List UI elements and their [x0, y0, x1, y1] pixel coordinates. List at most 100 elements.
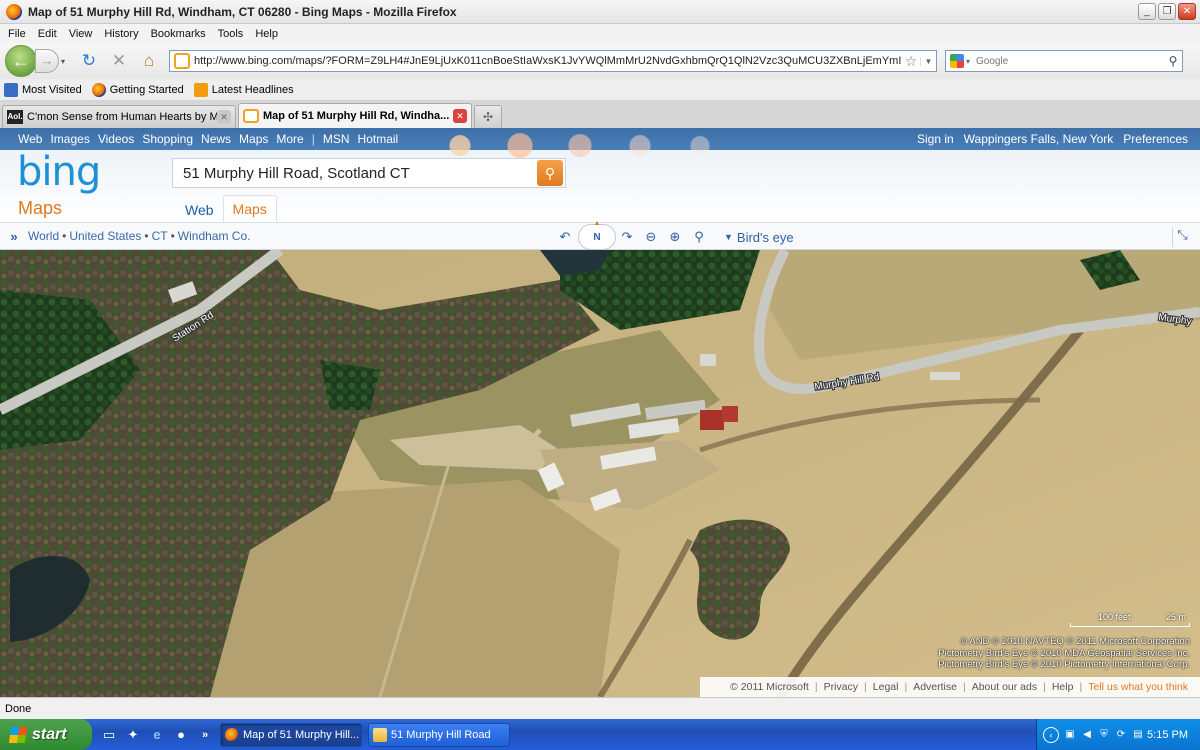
view-mode-dropdown[interactable]: ▼ Bird's eye	[724, 230, 794, 245]
breadcrumb: World • United States • CT • Windham Co.	[28, 229, 253, 243]
search-icon: ⚲	[544, 165, 556, 181]
menu-file[interactable]: File	[4, 28, 34, 40]
close-button[interactable]: ✕	[1178, 3, 1196, 20]
nav-separator: |	[311, 132, 315, 146]
search-input[interactable]	[976, 55, 1164, 67]
display-icon[interactable]: ▤	[1131, 728, 1145, 742]
zoom-in-icon[interactable]: ⊕	[664, 226, 686, 248]
nav-more[interactable]: More	[276, 132, 303, 146]
subtab-web[interactable]: Web	[176, 197, 223, 222]
bookmark-getting-started[interactable]: Getting Started	[91, 82, 184, 97]
map-footer: © 2011 Microsoft | Privacy | Legal | Adv…	[700, 677, 1200, 697]
taskbar-window-folder[interactable]: 51 Murphy Hill Road	[368, 722, 510, 747]
rotate-left-icon[interactable]: ↶	[554, 226, 576, 248]
minimize-button[interactable]: _	[1138, 3, 1156, 20]
most-visited-icon	[4, 82, 18, 97]
url-bar[interactable]: http://www.bing.com/maps/?FORM=Z9LH4#JnE…	[169, 50, 937, 72]
status-text: Done	[5, 702, 32, 715]
reload-button[interactable]: ↻	[77, 49, 101, 73]
map-canvas[interactable]: Station Rd Murphy Hill Rd Murphy 100 fee…	[0, 250, 1200, 697]
tab-close-icon[interactable]: ✕	[217, 110, 231, 124]
footer-help-link[interactable]: Help	[1052, 681, 1074, 693]
search-button[interactable]: ⚲	[537, 160, 563, 186]
collapse-panel-button[interactable]: »	[0, 229, 28, 244]
taskbar-window-firefox[interactable]: Map of 51 Murphy Hill...	[220, 722, 362, 747]
nav-images[interactable]: Images	[50, 132, 89, 146]
product-label: Maps	[18, 198, 63, 218]
menu-bookmarks[interactable]: Bookmarks	[147, 28, 214, 40]
history-dropdown-icon[interactable]: ▾	[61, 57, 71, 66]
zoom-out-icon[interactable]: ⊖	[640, 226, 662, 248]
taskbar-window-label: Map of 51 Murphy Hill...	[243, 728, 360, 741]
breadcrumb-united-states[interactable]: United States	[69, 229, 141, 243]
rotate-right-icon[interactable]: ↷	[616, 226, 638, 248]
location-link[interactable]: Wappingers Falls, New York	[964, 132, 1114, 146]
back-button[interactable]: ←	[5, 45, 37, 77]
footer-advertise-link[interactable]: Advertise	[913, 681, 957, 693]
maximize-button[interactable]: ❐	[1158, 3, 1176, 20]
firefox-quicklaunch-icon[interactable]: ●	[172, 726, 190, 744]
url-text[interactable]: http://www.bing.com/maps/?FORM=Z9LH4#JnE…	[194, 55, 902, 67]
show-desktop-icon[interactable]: ▭	[100, 726, 118, 744]
footer-feedback-link[interactable]: Tell us what you think	[1088, 681, 1188, 693]
forward-button[interactable]: →	[35, 49, 59, 73]
new-tab-button[interactable]: ✣	[474, 105, 502, 128]
bookmark-latest-headlines[interactable]: Latest Headlines	[193, 82, 294, 97]
footer-legal-link[interactable]: Legal	[873, 681, 899, 693]
scale-label-meters: 25 m	[1165, 612, 1186, 622]
menu-tools[interactable]: Tools	[214, 28, 252, 40]
compass-control[interactable]: N	[578, 220, 616, 250]
menu-history[interactable]: History	[100, 28, 146, 40]
map-search-input[interactable]	[173, 164, 537, 182]
breadcrumb-windham-co[interactable]: Windham Co.	[178, 229, 251, 243]
footer-privacy-link[interactable]: Privacy	[824, 681, 858, 693]
network-icon[interactable]: ▣	[1063, 728, 1077, 742]
volume-icon[interactable]: ◀	[1080, 728, 1094, 742]
bookmark-most-visited[interactable]: Most Visited	[4, 82, 82, 97]
breadcrumb-ct[interactable]: CT	[152, 229, 168, 243]
internet-explorer-icon[interactable]: e	[148, 726, 166, 744]
bing-logo[interactable]: bing	[17, 152, 101, 192]
stop-icon: ✕	[111, 51, 127, 70]
url-dropdown-icon[interactable]: ▼	[920, 56, 936, 66]
nav-msn[interactable]: MSN	[323, 132, 350, 146]
nav-shopping[interactable]: Shopping	[142, 132, 193, 146]
nav-news[interactable]: News	[201, 132, 231, 146]
footer-separator: |	[1043, 681, 1046, 693]
sync-icon[interactable]: ⟳	[1114, 728, 1128, 742]
running-man-icon[interactable]: ✦	[124, 726, 142, 744]
tab-cmon-sense[interactable]: Aol. C'mon Sense from Human Hearts by Ma…	[2, 105, 236, 128]
breadcrumb-world[interactable]: World	[28, 229, 59, 243]
start-button[interactable]: start	[0, 719, 92, 750]
windows-logo-icon	[8, 726, 28, 743]
search-icon[interactable]: ⚲	[1164, 54, 1182, 68]
menu-edit[interactable]: Edit	[34, 28, 65, 40]
engine-dropdown-icon[interactable]: ▾	[966, 57, 976, 66]
tab-bing-map[interactable]: Map of 51 Murphy Hill Rd, Windha... ✕	[238, 103, 472, 128]
tab-close-icon[interactable]: ✕	[453, 109, 467, 123]
nav-hotmail[interactable]: Hotmail	[358, 132, 399, 146]
map-search-box: ⚲	[172, 158, 566, 188]
tray-expand-icon[interactable]: ‹	[1043, 726, 1059, 743]
google-engine-icon[interactable]	[950, 54, 964, 68]
taskbar-window-label: 51 Murphy Hill Road	[391, 728, 491, 741]
sign-in-link[interactable]: Sign in	[917, 132, 954, 146]
menu-view[interactable]: View	[65, 28, 101, 40]
expand-map-icon[interactable]: ⤡	[1172, 227, 1192, 247]
nav-videos[interactable]: Videos	[98, 132, 134, 146]
streetside-person-icon[interactable]: ⚲	[688, 226, 710, 248]
security-icon[interactable]: ⛨	[1097, 728, 1111, 742]
stop-button[interactable]: ✕	[107, 49, 131, 73]
copyright-line: © AND © 2010 NAVTEQ © 2011 Microsoft Cor…	[960, 636, 1190, 647]
footer-about-ads-link[interactable]: About our ads	[972, 681, 1037, 693]
site-favicon-icon	[174, 53, 190, 69]
nav-web[interactable]: Web	[18, 132, 42, 146]
preferences-link[interactable]: Preferences	[1123, 132, 1188, 146]
nav-maps[interactable]: Maps	[239, 132, 268, 146]
subtab-maps[interactable]: Maps	[222, 195, 277, 222]
bookmark-star-icon[interactable]: ☆	[902, 53, 920, 70]
menu-help[interactable]: Help	[251, 28, 286, 40]
back-arrow-icon: ←	[12, 50, 30, 71]
home-button[interactable]: ⌂	[137, 49, 161, 73]
quick-launch-more-icon[interactable]: »	[196, 726, 214, 744]
